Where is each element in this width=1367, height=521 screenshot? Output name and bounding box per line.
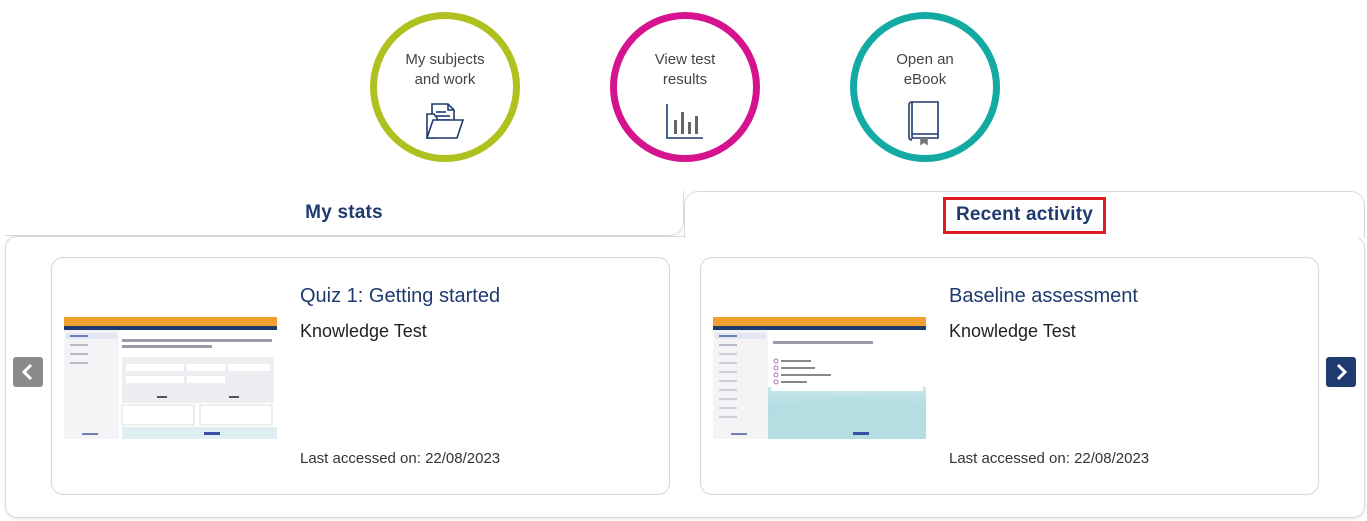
card-last-accessed: Last accessed on: 22/08/2023 bbox=[300, 450, 501, 467]
open-ebook-label: Open an eBook bbox=[896, 51, 954, 88]
tab-recent-activity-label: Recent activity bbox=[942, 196, 1107, 234]
tab-my-stats[interactable]: My stats bbox=[5, 191, 684, 236]
my-subjects-label: My subjects and work bbox=[405, 51, 485, 88]
activity-card-quiz-1[interactable]: Quiz 1: Getting started Knowledge Test L… bbox=[51, 257, 670, 495]
card-type: Knowledge Test bbox=[949, 321, 1076, 341]
ebook-icon bbox=[904, 100, 946, 151]
view-test-results-label: View test results bbox=[654, 51, 716, 88]
card-title[interactable]: Baseline assessment bbox=[949, 285, 1138, 308]
card-type: Knowledge Test bbox=[300, 321, 427, 341]
view-test-results-link[interactable]: View test results bbox=[610, 12, 760, 162]
card-title[interactable]: Quiz 1: Getting started bbox=[300, 285, 500, 308]
quiz-1-thumbnail bbox=[64, 317, 277, 439]
tab-my-stats-label: My stats bbox=[305, 202, 383, 223]
folder-documents-icon bbox=[424, 100, 466, 147]
bar-chart-icon bbox=[664, 100, 706, 147]
card-last-accessed: Last accessed on: 22/08/2023 bbox=[949, 450, 1150, 467]
chevron-right-icon bbox=[1336, 363, 1348, 381]
chevron-left-icon bbox=[21, 363, 33, 381]
carousel-prev-button[interactable] bbox=[13, 357, 43, 387]
open-ebook-link[interactable]: Open an eBook bbox=[850, 12, 1000, 162]
baseline-thumbnail bbox=[713, 317, 926, 439]
my-subjects-link[interactable]: My subjects and work bbox=[370, 12, 520, 162]
tab-recent-activity[interactable]: Recent activity bbox=[684, 191, 1365, 238]
carousel-next-button[interactable] bbox=[1326, 357, 1356, 387]
activity-card-baseline[interactable]: Baseline assessment Knowledge Test Last … bbox=[700, 257, 1319, 495]
